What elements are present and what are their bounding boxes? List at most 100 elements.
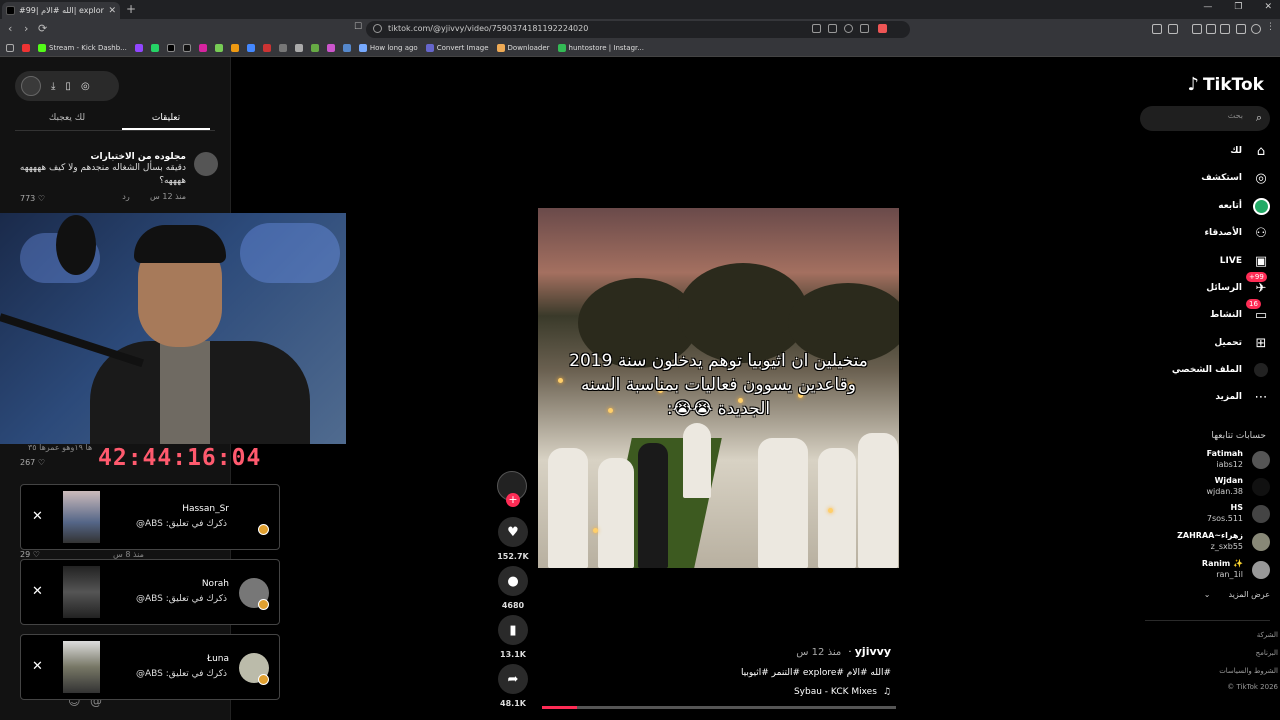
nav-messages[interactable]: الرسائل ✈ +99 <box>1160 272 1270 298</box>
nav-profile[interactable]: الملف الشخصي <box>1160 360 1270 380</box>
puzzle-icon[interactable] <box>1236 24 1246 34</box>
back-icon[interactable]: ‹ <box>8 22 12 35</box>
nav-for-you[interactable]: لك ⌂ <box>1160 141 1270 161</box>
close-icon[interactable]: ✕ <box>32 509 43 524</box>
creator-avatar[interactable] <box>21 76 41 96</box>
site-info-icon[interactable] <box>373 24 382 33</box>
music-icon[interactable] <box>1192 24 1202 34</box>
close-icon[interactable]: ✕ <box>32 584 43 599</box>
bookmark-star-icon[interactable]: ☐ <box>354 22 362 32</box>
nav-upload[interactable]: تحميل ⊞ <box>1160 333 1270 353</box>
tab-comments[interactable]: تعليقات <box>122 113 210 123</box>
nav-friends[interactable]: الأصدقاء ⚇ <box>1160 223 1270 243</box>
following-account[interactable]: Ranim ✨ ran_1il <box>1140 559 1270 583</box>
minimize-icon[interactable]: — <box>1203 2 1212 12</box>
bookmark-item[interactable]: Downloader <box>496 44 550 52</box>
following-account[interactable]: Fatimah iabs12 <box>1140 449 1270 473</box>
bookmark-icon[interactable] <box>310 44 319 52</box>
extension-badge-icon[interactable] <box>878 24 887 33</box>
menu-icon[interactable]: ⋮ <box>1266 22 1276 32</box>
bookmark-icon[interactable] <box>342 44 351 52</box>
translate-icon[interactable] <box>812 24 821 33</box>
search-icon[interactable]: ⌕ <box>1256 111 1262 125</box>
video-thumbnail[interactable] <box>63 566 100 618</box>
see-more-button[interactable]: عرض المزيد ⌄ <box>1204 590 1270 599</box>
bookmark-item[interactable]: Convert Image <box>425 44 489 52</box>
save-button[interactable]: ▮ 13.1K <box>497 615 529 659</box>
extension-icon[interactable] <box>1206 24 1216 34</box>
share-button[interactable]: ➦ 48.1K <box>497 664 529 708</box>
progress-bar[interactable] <box>542 706 896 709</box>
whatsapp-icon[interactable] <box>150 44 159 52</box>
following-account[interactable]: ZAHRAA~زهراء z_sxb55 <box>1140 531 1270 555</box>
profile-icon[interactable] <box>1251 24 1261 34</box>
bookmark-icon[interactable] <box>246 44 255 52</box>
close-icon[interactable]: ✕ <box>32 659 43 674</box>
close-window-icon[interactable]: ✕ <box>1264 2 1272 12</box>
footer-link[interactable]: الشركة <box>1257 631 1278 639</box>
extension-icon[interactable] <box>1220 24 1230 34</box>
reply-button[interactable]: رد <box>122 192 129 201</box>
extension-icon[interactable] <box>1152 24 1162 34</box>
comment-button[interactable]: ● 4680 <box>497 566 529 610</box>
share-icon[interactable] <box>860 24 869 33</box>
bookmark-icon[interactable] <box>262 44 271 52</box>
following-account[interactable]: Wjdan wjdan.38 <box>1140 476 1270 500</box>
compass-icon[interactable]: ◎ <box>81 81 90 92</box>
bookmark-item[interactable]: huntostore | Instagr... <box>557 44 644 52</box>
zoom-icon[interactable] <box>844 24 853 33</box>
cast-icon[interactable] <box>828 24 837 33</box>
browser-tab[interactable]: #الله #الام |99| explore# #التنمر ✕ <box>2 2 120 19</box>
comment-author[interactable]: مجلوده من الاختبارات <box>18 152 186 162</box>
music-line[interactable]: Sybau - KCK Mixes ♫ <box>794 687 891 697</box>
bookmark-icon[interactable] <box>294 44 303 52</box>
phone-icon[interactable]: ▯ <box>65 81 71 92</box>
youtube-bookmark-icon[interactable] <box>22 44 30 52</box>
close-tab-icon[interactable]: ✕ <box>108 6 116 16</box>
mention-notification[interactable]: ✕ Łuna ذكرك في تعليق: ABS@ <box>20 634 280 700</box>
extension-icon[interactable] <box>1168 24 1178 34</box>
comment-likes[interactable]: 267 ♡ <box>20 458 45 467</box>
video-thumbnail[interactable] <box>63 641 100 693</box>
tiktok-favicon-icon <box>6 6 15 15</box>
commenter-avatar[interactable] <box>194 152 218 176</box>
nav-following[interactable]: أتابعه <box>1160 196 1270 216</box>
following-account[interactable]: HS 7sos.511 <box>1140 503 1270 527</box>
footer-link[interactable]: الشروط والسياسات <box>1219 667 1278 675</box>
instagram-icon[interactable] <box>198 44 207 52</box>
follow-plus-icon[interactable]: + <box>506 493 520 507</box>
x-icon[interactable] <box>166 44 175 52</box>
nav-more[interactable]: المزيد ⋯ <box>1160 387 1270 407</box>
video-player[interactable]: متخيلين ان اثيوبيا توهم يدخلون سنة 2019 … <box>538 208 899 568</box>
author-handle[interactable]: yjivvy <box>855 645 891 658</box>
tiktok-icon[interactable] <box>182 44 191 52</box>
mention-notification[interactable]: ✕ Norah ذكرك في تعليق: ABS@ <box>20 559 280 625</box>
nav-activity[interactable]: النشاط ▭ 16 <box>1160 299 1270 325</box>
video-thumbnail[interactable] <box>63 491 100 543</box>
bookmark-item[interactable]: How long ago <box>358 44 418 52</box>
nav-live[interactable]: LIVE ▣ <box>1160 251 1270 271</box>
comment-likes[interactable]: 773 ♡ <box>20 194 45 203</box>
bookmark-icon[interactable] <box>326 44 335 52</box>
apps-icon[interactable] <box>6 44 14 52</box>
download-icon[interactable]: ⤓ <box>51 81 55 92</box>
search-input[interactable] <box>1148 111 1243 120</box>
bookmark-icon[interactable] <box>230 44 239 52</box>
reload-icon[interactable]: ⟳ <box>38 22 47 35</box>
twitch-icon[interactable] <box>134 44 143 52</box>
bookmark-icon[interactable] <box>214 44 223 52</box>
forward-icon[interactable]: › <box>24 22 28 35</box>
mention-notification[interactable]: ✕ Hassan_Sr ذكرك في تعليق: ABS@ <box>20 484 280 550</box>
bookmark-icon[interactable] <box>278 44 287 52</box>
video-hashtags[interactable]: #الله #الام #explore #التنمر #اثيوبيا <box>741 668 891 678</box>
like-button[interactable]: ♥ 152.7K <box>497 517 529 561</box>
new-tab-icon[interactable]: + <box>126 2 136 16</box>
tab-you-may-like[interactable]: لك يعجبك <box>23 113 111 123</box>
footer-link[interactable]: البرنامج <box>1256 649 1278 657</box>
omnibox[interactable]: tiktok.com/@yjivvy/video/759037418119222… <box>366 21 910 38</box>
nav-explore[interactable]: استكشف ◎ <box>1160 168 1270 188</box>
comment-likes[interactable]: 29 ♡ <box>20 550 40 559</box>
bookmark-item[interactable]: Stream - Kick Dashb... <box>38 44 127 52</box>
restore-icon[interactable]: ❐ <box>1234 2 1242 12</box>
tiktok-logo[interactable]: ♪ TikTok <box>1187 74 1264 95</box>
